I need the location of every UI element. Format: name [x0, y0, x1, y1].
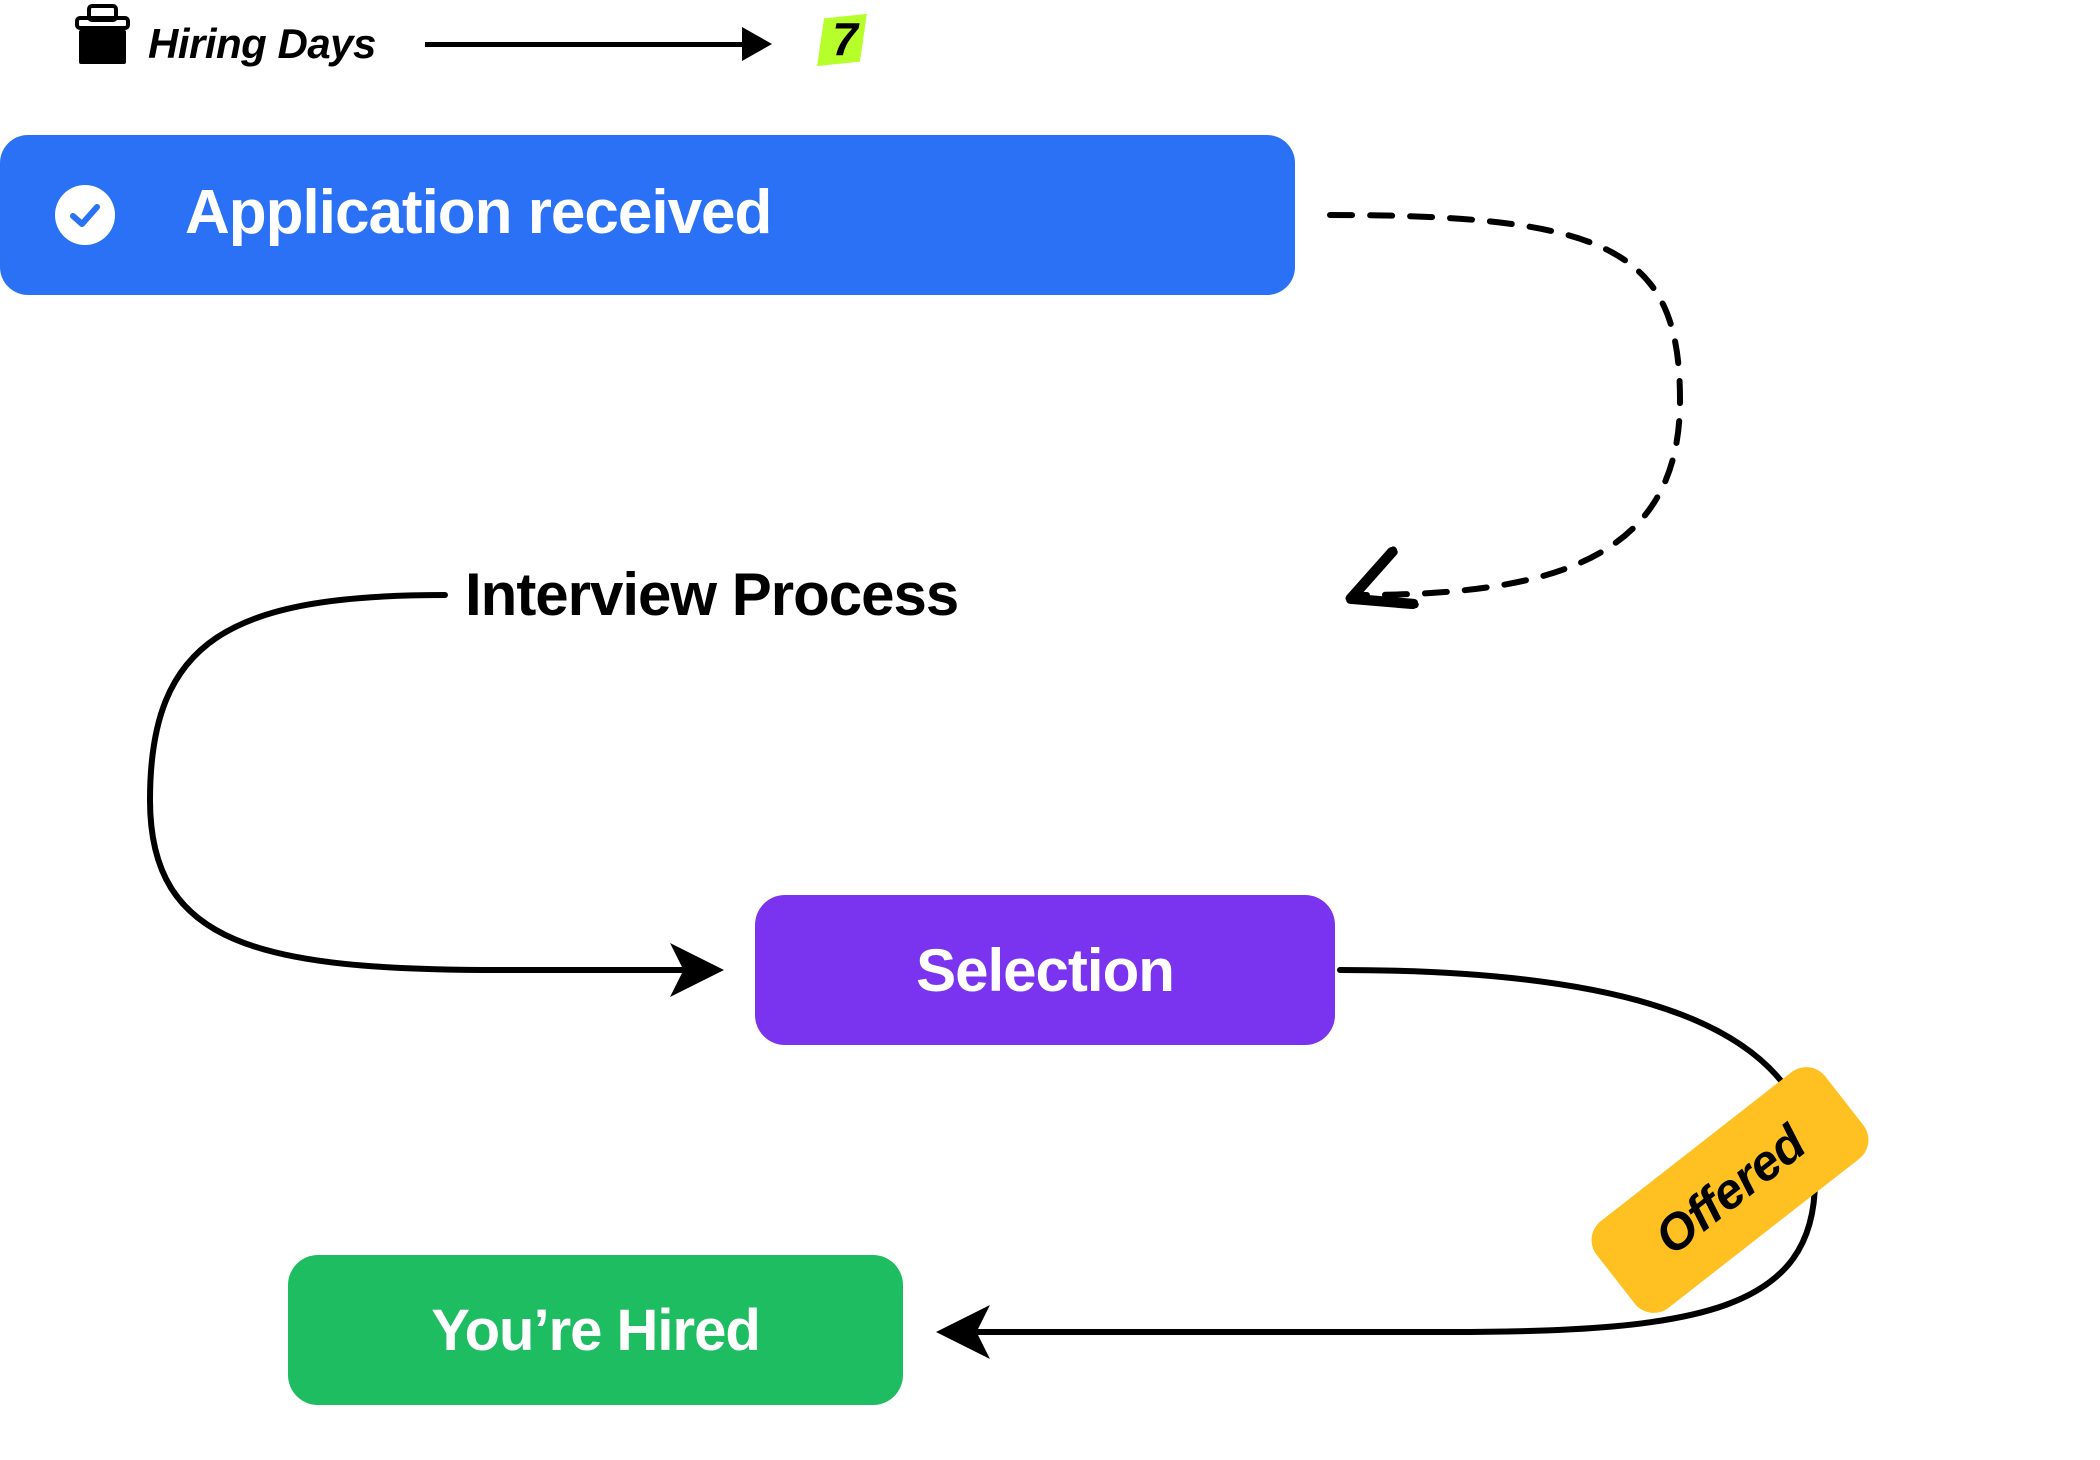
- connector-interview-to-selection: [150, 595, 715, 970]
- step-application-received-label: Application received: [185, 177, 771, 248]
- connector-application-to-interview: [1330, 215, 1680, 597]
- hiring-days-value-badge: 7: [815, 10, 875, 70]
- step-selection: Selection: [755, 895, 1335, 1045]
- briefcase-icon: [75, 4, 130, 71]
- step-offered-label: Offered: [1644, 1114, 1816, 1266]
- hiring-flow-diagram: Hiring Days 7 Application received: [0, 0, 2100, 1460]
- check-circle-icon: [55, 185, 115, 245]
- step-hired: You’re Hired: [288, 1255, 903, 1405]
- step-selection-label: Selection: [916, 936, 1174, 1005]
- step-interview-process: Interview Process: [465, 560, 958, 629]
- step-hired-label: You’re Hired: [431, 1297, 760, 1364]
- hiring-days-label: Hiring Days: [148, 20, 376, 68]
- hiring-days-value: 7: [815, 10, 875, 68]
- arrow-right-icon: [425, 40, 770, 46]
- step-offered: Offered: [1582, 1057, 1878, 1322]
- step-application-received: Application received: [0, 135, 1295, 295]
